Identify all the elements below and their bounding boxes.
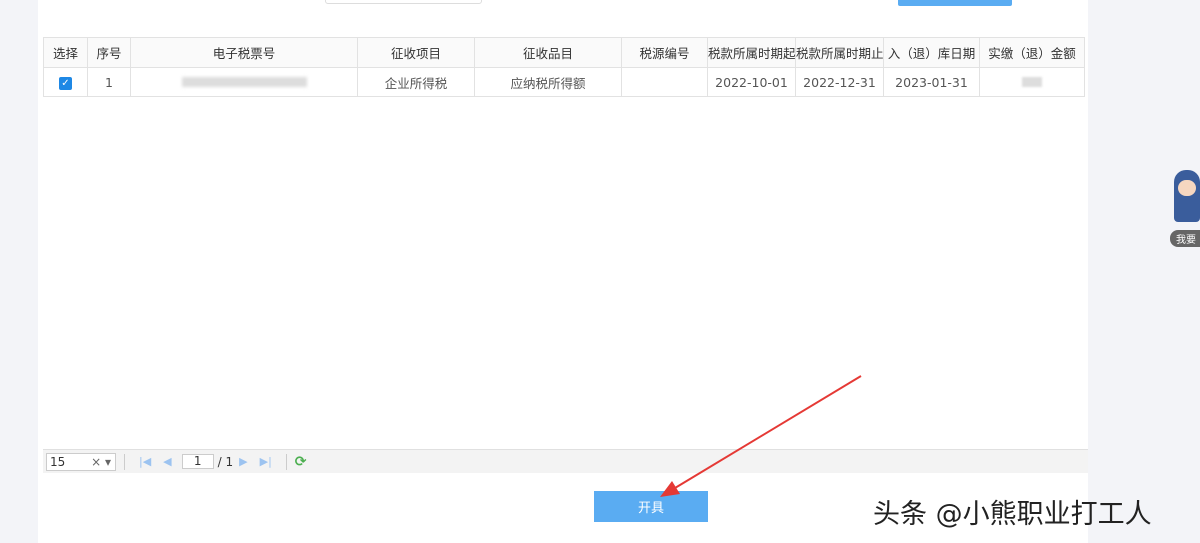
annotation-arrow (660, 375, 862, 497)
watermark: 头条 @小熊职业打工人 (873, 499, 1152, 530)
